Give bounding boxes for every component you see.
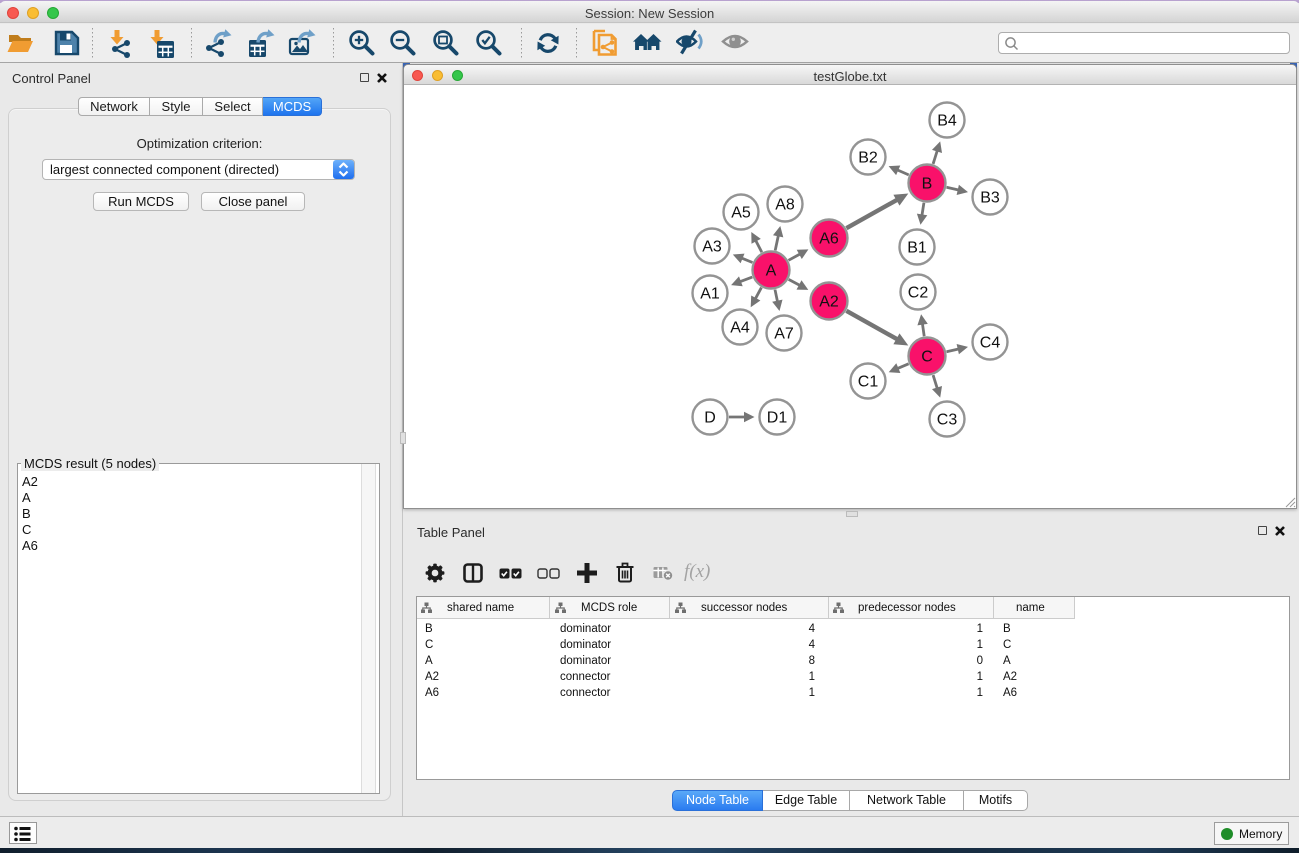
svg-text:B2: B2 [858,150,878,167]
svg-text:A3: A3 [702,239,722,256]
svg-text:B3: B3 [980,190,1000,207]
svg-text:C: C [921,349,933,366]
svg-text:A2: A2 [819,294,839,311]
svg-text:D: D [704,410,716,427]
svg-text:A5: A5 [731,205,751,222]
svg-text:A4: A4 [730,320,750,337]
svg-text:A8: A8 [775,197,795,214]
svg-text:B1: B1 [907,240,927,257]
svg-text:B4: B4 [937,113,957,130]
svg-text:C1: C1 [858,374,879,391]
svg-text:C2: C2 [908,285,929,302]
svg-text:A: A [766,263,777,280]
svg-text:A7: A7 [774,326,794,343]
svg-text:D1: D1 [767,410,788,427]
svg-text:C3: C3 [937,412,958,429]
svg-text:C4: C4 [980,335,1001,352]
svg-text:A6: A6 [819,231,839,248]
svg-text:A1: A1 [700,286,720,303]
svg-text:B: B [922,176,933,193]
